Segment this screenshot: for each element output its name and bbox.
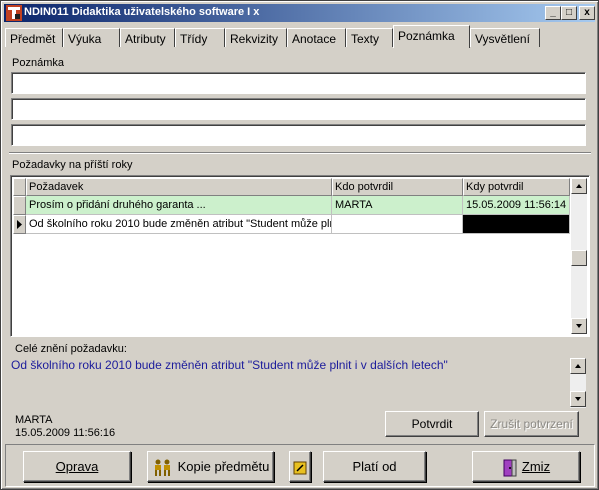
cell-confirmed-by[interactable]: MARTA (332, 196, 463, 215)
copy-subject-button[interactable]: Kopie předmětu (147, 451, 274, 482)
grid-scrollbar[interactable] (571, 178, 587, 334)
app-icon (6, 5, 22, 21)
edit-button[interactable]: Oprava (23, 451, 131, 482)
note-line-2[interactable] (11, 98, 586, 120)
close-button[interactable]: x (579, 6, 595, 20)
arrow-up-icon (576, 184, 582, 188)
table-row[interactable]: Prosím o přidání druhého garanta ... MAR… (13, 196, 570, 215)
close-form-button[interactable]: Zmiz (472, 451, 580, 482)
cell-confirmed-at[interactable]: 15.05.2009 11:56:14 (463, 196, 570, 215)
arrow-down-icon (575, 397, 581, 401)
scroll-thumb[interactable] (571, 250, 587, 266)
cell-request[interactable]: Od školního roku 2010 bude změněn atribu… (26, 215, 332, 234)
tab-tridy[interactable]: Třídy (175, 28, 225, 47)
scroll-down-button[interactable] (571, 318, 587, 334)
detail-label: Celé znění požadavku: (15, 343, 127, 355)
note-line-3[interactable] (11, 124, 586, 146)
current-row-indicator[interactable] (13, 215, 26, 234)
tab-rekvizity[interactable]: Rekvizity (225, 28, 287, 47)
note-edit-button[interactable] (289, 451, 311, 482)
table-row[interactable]: Od školního roku 2010 bude změněn atribu… (13, 215, 570, 234)
confirm-button[interactable]: Potvrdit (385, 411, 479, 437)
app-window: NDIN011 Didaktika uživatelského software… (0, 0, 599, 490)
detail-scroll-up-button[interactable] (570, 358, 586, 374)
tab-vysvetleni[interactable]: Vysvětlení (470, 28, 540, 47)
tab-atributy[interactable]: Atributy (120, 28, 175, 47)
detail-scroll-down-button[interactable] (570, 391, 586, 407)
arrow-up-icon (575, 364, 581, 368)
detail-text: Od školního roku 2010 bude změněn atribu… (11, 358, 448, 372)
divider (9, 152, 591, 154)
note-label: Poznámka (12, 57, 64, 69)
title-bar[interactable]: NDIN011 Didaktika uživatelského software… (4, 4, 595, 22)
copy-subject-label: Kopie předmětu (177, 459, 270, 474)
row-indicator[interactable] (13, 196, 26, 215)
cell-confirmed-at-selected[interactable] (463, 215, 570, 234)
edit-button-label: Oprava (55, 459, 99, 474)
column-header-request[interactable]: Požadavek (26, 178, 332, 196)
note-pencil-icon (293, 461, 307, 475)
close-form-label: Zmiz (521, 459, 551, 474)
tab-strip: Předmět Výuka Atributy Třídy Rekvizity A… (5, 25, 595, 48)
tab-poznamka[interactable]: Poznámka (393, 25, 470, 48)
window-title: NDIN011 Didaktika uživatelského software… (24, 6, 260, 18)
author-name: MARTA (15, 414, 53, 426)
note-line-1[interactable] (11, 72, 586, 94)
tab-texty[interactable]: Texty (346, 28, 393, 47)
detail-scrollbar[interactable] (570, 358, 586, 408)
valid-from-button[interactable]: Platí od (323, 451, 426, 482)
tab-vyuka[interactable]: Výuka (63, 28, 120, 47)
people-icon (154, 459, 170, 476)
header-indicator (13, 178, 26, 196)
requests-label: Požadavky na příští roky (12, 159, 133, 171)
row-pointer-icon (17, 220, 22, 229)
tab-anotace[interactable]: Anotace (287, 28, 346, 47)
exit-door-icon (503, 459, 517, 477)
column-header-confirmed-at[interactable]: Kdy potvrdil (463, 178, 570, 196)
maximize-button[interactable]: □ (561, 6, 577, 20)
cancel-confirm-button[interactable]: Zrušit potvrzení (484, 411, 579, 437)
requests-grid[interactable]: Požadavek Kdo potvrdil Kdy potvrdil Pros… (10, 175, 590, 337)
scroll-up-button[interactable] (571, 178, 587, 194)
author-timestamp: 15.05.2009 11:56:16 (15, 427, 116, 439)
grid-header: Požadavek Kdo potvrdil Kdy potvrdil (13, 178, 570, 196)
tab-predmet[interactable]: Předmět (5, 28, 63, 47)
arrow-down-icon (576, 324, 582, 328)
cell-confirmed-by[interactable] (332, 215, 463, 234)
column-header-confirmed-by[interactable]: Kdo potvrdil (332, 178, 463, 196)
cell-request[interactable]: Prosím o přidání druhého garanta ... (26, 196, 332, 215)
minimize-button[interactable]: _ (545, 6, 561, 20)
